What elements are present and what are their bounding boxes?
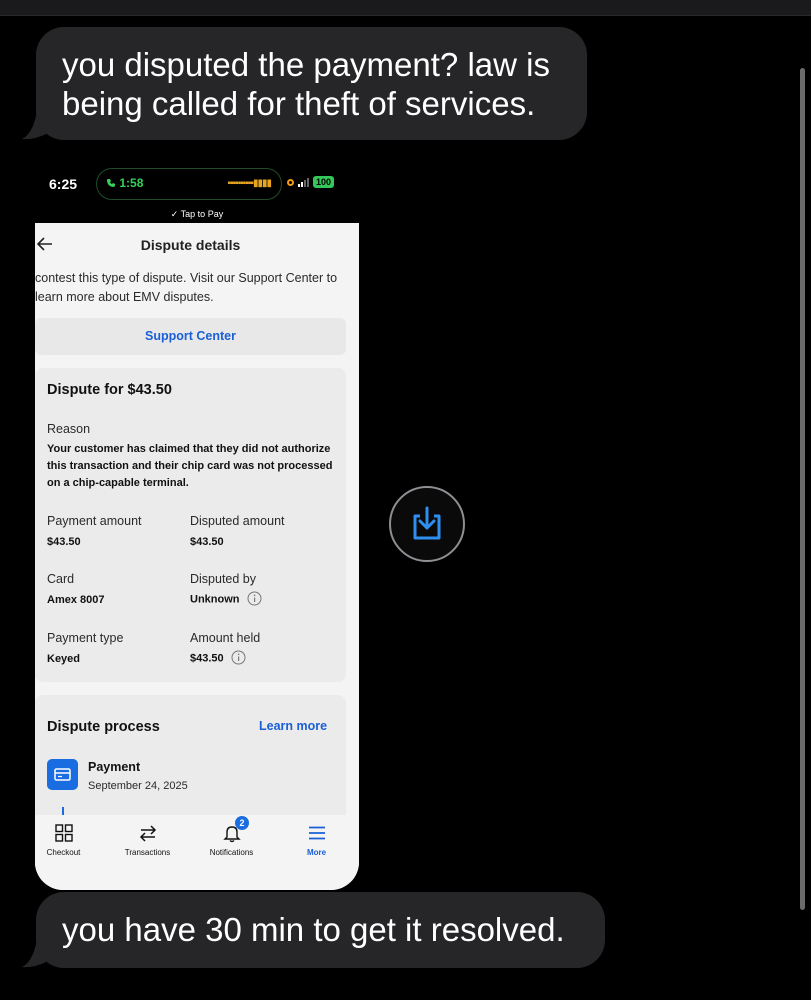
- payment-amount-value: $43.50: [47, 536, 81, 548]
- tap-to-pay-label: ✓ Tap to Pay: [170, 209, 224, 219]
- disputed-amount-label: Disputed amount: [190, 514, 285, 528]
- phone-screenshot[interactable]: Dispute details contest this type of dis…: [35, 223, 359, 890]
- notification-badge: 2: [235, 816, 249, 830]
- bubble-tail: [22, 944, 46, 968]
- screen-header: Dispute details: [35, 223, 359, 265]
- arrows-icon: [139, 825, 156, 842]
- tab-label: Transactions: [124, 848, 171, 857]
- step-date: September 24, 2025: [88, 780, 188, 792]
- tab-more[interactable]: More: [276, 823, 357, 857]
- info-icon[interactable]: [247, 591, 262, 606]
- save-to-device-button[interactable]: [389, 486, 465, 562]
- status-time: 6:25: [49, 176, 78, 192]
- card-label: Card: [47, 572, 75, 586]
- payment-type-value: Keyed: [47, 653, 81, 665]
- tab-notifications[interactable]: 2 Notifications: [191, 816, 272, 857]
- amount-held-label: Amount held: [190, 631, 261, 645]
- dispute-title: Dispute for $43.50: [47, 382, 172, 398]
- dispute-summary-card: Dispute for $43.50 Reason Your customer …: [35, 368, 346, 682]
- download-tray-icon: [413, 506, 441, 540]
- phone-status-bar: 6:25 1:58 ▪▪▪▪▪▪▪▪▪▪▮▮▮▮ 100 ✓ Tap to Pa…: [35, 165, 359, 223]
- message-bubble-incoming[interactable]: you disputed the payment? law is being c…: [36, 27, 587, 140]
- battery-icon: 100: [313, 176, 335, 188]
- amount-held-value: $43.50: [190, 652, 224, 665]
- signal-icon: [298, 177, 309, 187]
- info-icon[interactable]: [231, 650, 246, 665]
- payment-amount-label: Payment amount: [47, 514, 142, 528]
- bubble-tail: [22, 116, 46, 140]
- phone-icon: [107, 179, 115, 187]
- card-value: Amex 8007: [47, 594, 105, 606]
- message-text: you have 30 min to get it resolved.: [62, 911, 565, 948]
- bottom-tab-bar: Checkout Transactions 2 Notifications Mo…: [35, 815, 359, 890]
- call-timer: 1:58: [106, 176, 143, 190]
- dynamic-island: 1:58 ▪▪▪▪▪▪▪▪▪▪▮▮▮▮: [96, 168, 282, 200]
- tab-transactions[interactable]: Transactions: [107, 823, 188, 857]
- disputed-by-label: Disputed by: [190, 572, 257, 586]
- message-bubble-incoming[interactable]: you have 30 min to get it resolved.: [36, 892, 605, 968]
- window-top-bar: [0, 0, 811, 16]
- menu-icon: [308, 826, 325, 840]
- tab-checkout[interactable]: Checkout: [35, 823, 104, 857]
- payment-type-label: Payment type: [47, 631, 124, 645]
- support-center-button[interactable]: Support Center: [35, 318, 346, 355]
- step-title: Payment: [88, 760, 141, 774]
- process-title: Dispute process: [47, 719, 160, 735]
- tab-label: Notifications: [209, 848, 254, 857]
- reason-label: Reason: [47, 422, 91, 436]
- disputed-by-value: Unknown: [190, 593, 240, 606]
- learn-more-link[interactable]: Learn more: [259, 719, 327, 733]
- message-text: you disputed the payment? law is being c…: [62, 46, 550, 122]
- reason-text: Your customer has claimed that they did …: [47, 443, 333, 489]
- tab-label: Checkout: [46, 848, 81, 857]
- amount-held-row: $43.50: [190, 650, 246, 665]
- tab-label: More: [306, 848, 327, 857]
- grid-icon: [54, 824, 73, 842]
- audio-waveform-icon: ▪▪▪▪▪▪▪▪▪▪▮▮▮▮: [227, 178, 272, 189]
- credit-card-icon: [47, 759, 78, 790]
- page-title: Dispute details: [140, 237, 241, 253]
- recording-indicator-icon: [287, 178, 294, 186]
- disputed-by-row: Unknown: [190, 591, 262, 606]
- scrollbar[interactable]: [800, 68, 805, 910]
- intro-text: contest this type of dispute. Visit our …: [35, 271, 338, 304]
- disputed-amount-value: $43.50: [190, 536, 224, 548]
